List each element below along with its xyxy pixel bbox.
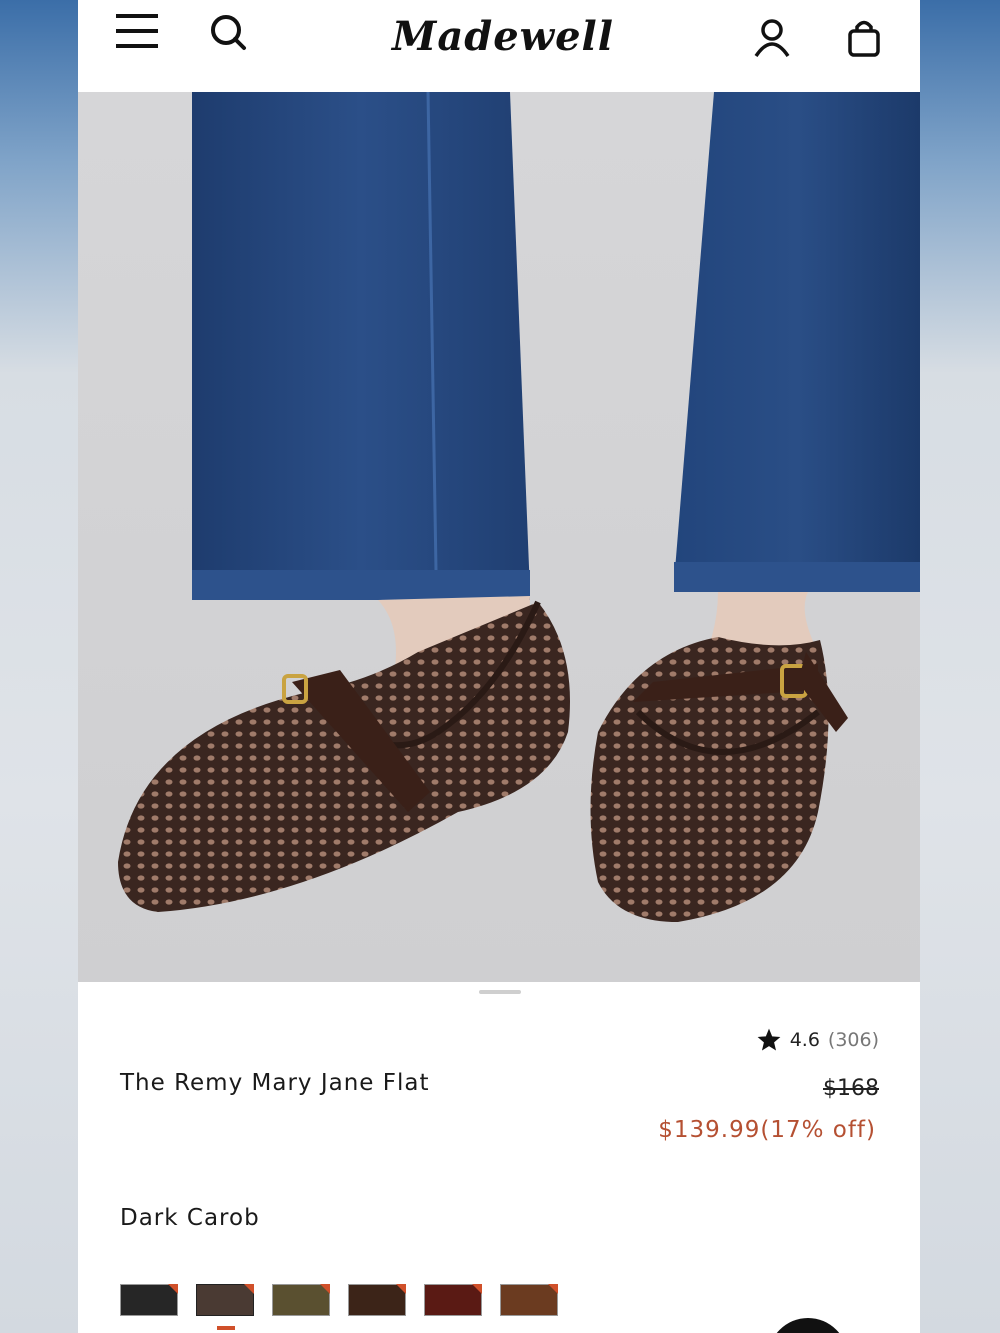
background-left bbox=[0, 0, 78, 1333]
swatch-corner-mark bbox=[472, 1284, 482, 1294]
color-swatch-2[interactable] bbox=[196, 1284, 254, 1316]
search-button[interactable] bbox=[206, 12, 250, 52]
color-swatches bbox=[120, 1284, 558, 1316]
menu-icon bbox=[116, 14, 158, 48]
product-image[interactable] bbox=[78, 92, 920, 982]
account-button[interactable] bbox=[750, 16, 794, 60]
product-page: Madewell 4.6 (306) The Remy Mary Jane Fl… bbox=[78, 0, 920, 1333]
product-photo bbox=[78, 92, 920, 982]
bag-button[interactable] bbox=[842, 16, 886, 60]
original-price: $168 bbox=[823, 1076, 879, 1101]
swatch-corner-mark bbox=[548, 1284, 558, 1294]
color-swatch-1[interactable] bbox=[120, 1284, 178, 1316]
sale-price: $139.99(17% off) bbox=[658, 1117, 876, 1143]
selected-swatch-indicator bbox=[217, 1326, 235, 1330]
swatch-corner-mark bbox=[244, 1284, 254, 1294]
account-icon bbox=[754, 19, 790, 58]
bag-icon bbox=[848, 20, 880, 57]
rating-value: 4.6 bbox=[789, 1029, 820, 1051]
swatch-corner-mark bbox=[396, 1284, 406, 1294]
product-title: The Remy Mary Jane Flat bbox=[120, 1070, 430, 1096]
background-right bbox=[920, 0, 1000, 1333]
swatch-corner-mark bbox=[320, 1284, 330, 1294]
color-swatch-6[interactable] bbox=[500, 1284, 558, 1316]
chat-button[interactable] bbox=[768, 1318, 848, 1333]
color-swatch-3[interactable] bbox=[272, 1284, 330, 1316]
color-swatch-5[interactable] bbox=[424, 1284, 482, 1316]
review-count: (306) bbox=[827, 1029, 879, 1051]
star-icon bbox=[757, 1028, 781, 1051]
selected-color-name: Dark Carob bbox=[120, 1205, 260, 1231]
product-rating[interactable]: 4.6 (306) bbox=[756, 1024, 879, 1056]
menu-button[interactable] bbox=[114, 12, 160, 52]
swatch-corner-mark bbox=[168, 1284, 178, 1294]
brand-logo[interactable]: Madewell bbox=[378, 10, 628, 70]
color-swatch-4[interactable] bbox=[348, 1284, 406, 1316]
site-header: Madewell bbox=[78, 0, 920, 92]
search-icon bbox=[211, 15, 246, 50]
sheet-drag-handle[interactable] bbox=[479, 990, 521, 994]
